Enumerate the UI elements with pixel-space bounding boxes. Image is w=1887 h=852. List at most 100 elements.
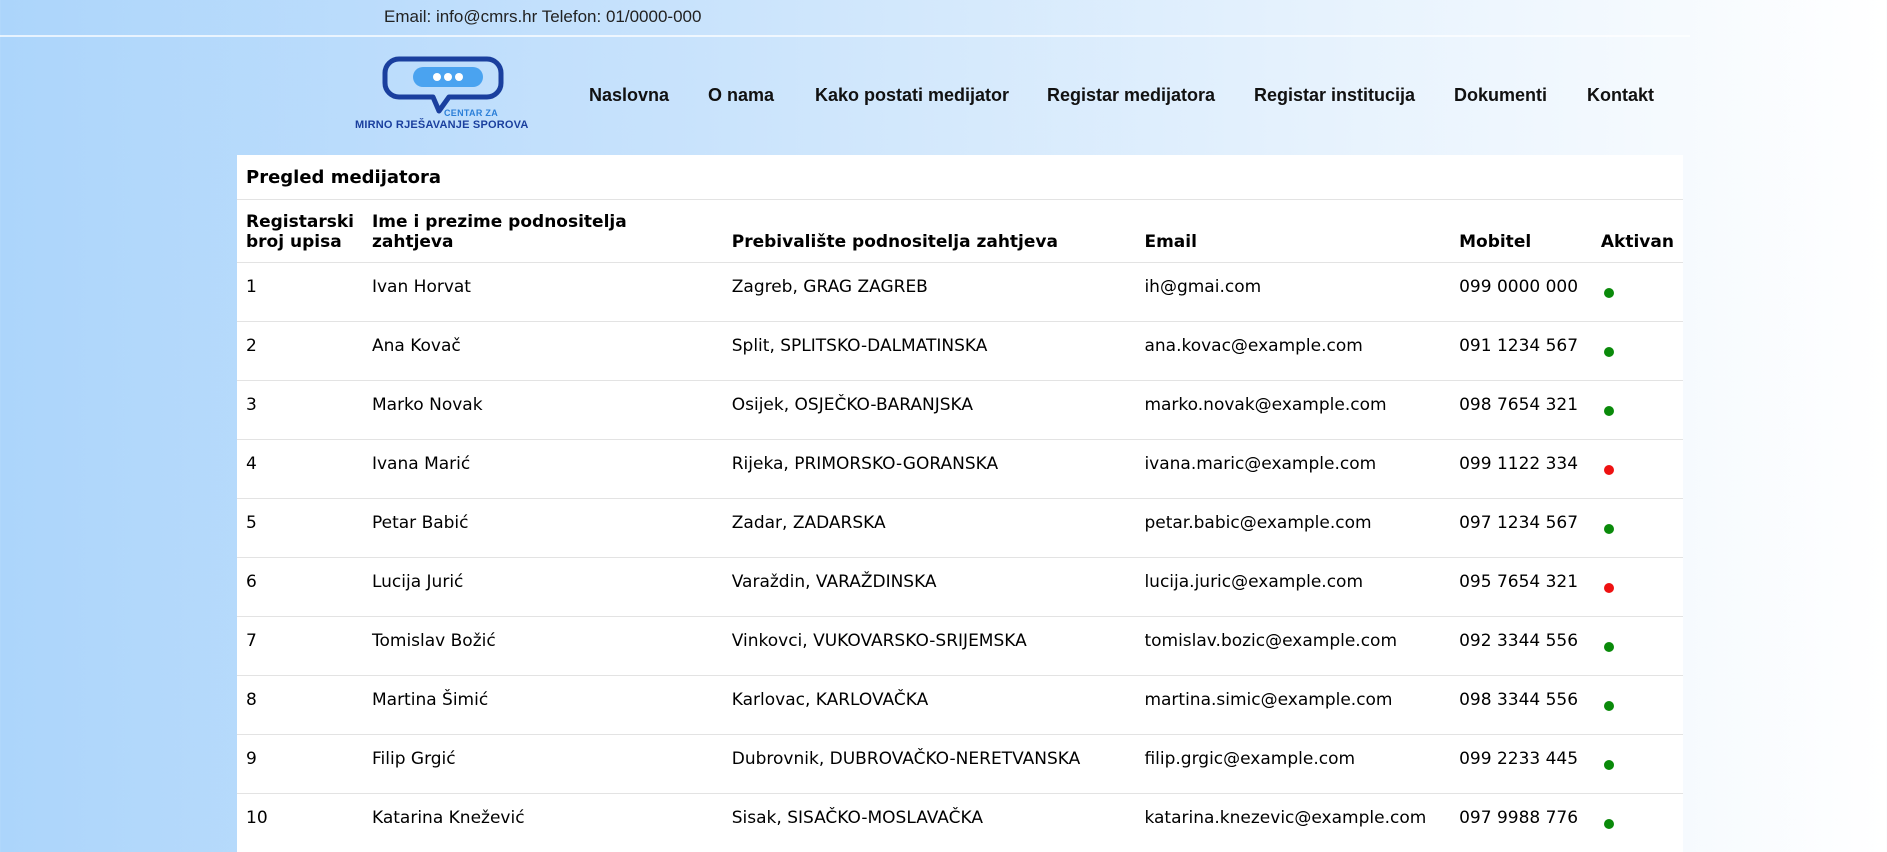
cell-email: ana.kovac@example.com bbox=[1135, 321, 1451, 381]
table-row: 9 Filip Grgić Dubrovnik, DUBROVAČKO-NERETV… bbox=[237, 734, 1683, 794]
inactive-status-dot-icon bbox=[1603, 465, 1614, 475]
cell-mobile: 099 0000 000 bbox=[1450, 262, 1592, 322]
active-status-dot-icon bbox=[1603, 524, 1614, 534]
nav-registar-institucija[interactable]: Registar institucija bbox=[1254, 85, 1415, 106]
cell-active bbox=[1591, 498, 1683, 558]
cell-active bbox=[1591, 793, 1683, 852]
table-header-row: Registarski broj upisa Ime i prezime pod… bbox=[237, 200, 1683, 263]
cell-reg-number: 10 bbox=[237, 793, 363, 852]
cell-residence: Rijeka, PRIMORSKO-GORANSKA bbox=[722, 439, 1136, 499]
site-logo[interactable]: CENTAR ZA MIRNO RJEŠAVANJE SPOROVA bbox=[355, 55, 530, 135]
cell-email: filip.grgic@example.com bbox=[1135, 734, 1451, 794]
cell-email: marko.novak@example.com bbox=[1135, 380, 1451, 440]
active-status-dot-icon bbox=[1603, 642, 1614, 652]
nav-dokumenti[interactable]: Dokumenti bbox=[1454, 85, 1547, 106]
cell-residence: Split, SPLITSKO-DALMATINSKA bbox=[722, 321, 1136, 381]
cell-mobile: 097 1234 567 bbox=[1450, 498, 1592, 558]
cell-active bbox=[1591, 380, 1683, 440]
cell-name: Martina Šimić bbox=[362, 675, 723, 735]
cell-reg-number: 2 bbox=[237, 321, 363, 381]
cell-residence: Zadar, ZADARSKA bbox=[722, 498, 1136, 558]
inactive-status-dot-icon bbox=[1603, 583, 1614, 593]
header-name: Ime i prezime podnositelja zahtjeva bbox=[362, 200, 723, 263]
header-reg-number: Registarski broj upisa bbox=[237, 200, 363, 263]
table-row: 10 Katarina Knežević Sisak, SISAČKO-MOSLAV… bbox=[237, 793, 1683, 852]
cell-active bbox=[1591, 675, 1683, 735]
cell-residence: Zagreb, GRAG ZAGREB bbox=[722, 262, 1136, 322]
cell-mobile: 092 3344 556 bbox=[1450, 616, 1592, 676]
active-status-dot-icon bbox=[1603, 406, 1614, 416]
active-status-dot-icon bbox=[1603, 701, 1614, 711]
cell-name: Ana Kovač bbox=[362, 321, 723, 381]
header-active: Aktivan bbox=[1591, 200, 1683, 263]
header-mobile: Mobitel bbox=[1450, 200, 1592, 263]
cell-name: Ivan Horvat bbox=[362, 262, 723, 322]
active-status-dot-icon bbox=[1603, 760, 1614, 770]
cell-mobile: 091 1234 567 bbox=[1450, 321, 1592, 381]
cell-name: Tomislav Božić bbox=[362, 616, 723, 676]
cell-email: ih@gmai.com bbox=[1135, 262, 1451, 322]
cell-mobile: 098 3344 556 bbox=[1450, 675, 1592, 735]
table-row: 1 Ivan Horvat Zagreb, GRAG ZAGREB ih@gmai.c… bbox=[237, 262, 1683, 322]
cell-mobile: 097 9988 776 bbox=[1450, 793, 1592, 852]
logo-text-top: CENTAR ZA bbox=[444, 108, 499, 118]
table-row: 5 Petar Babić Zadar, ZADARSKA petar.babic@e… bbox=[237, 498, 1683, 558]
cell-email: katarina.knezevic@example.com bbox=[1135, 793, 1451, 852]
card-title: Pregled medijatora bbox=[246, 167, 442, 188]
table-row: 6 Lucija Jurić Varaždin, VARAŽDINSKA lucija… bbox=[237, 557, 1683, 617]
cell-email: tomislav.bozic@example.com bbox=[1135, 616, 1451, 676]
table-row: 4 Ivana Marić Rijeka, PRIMORSKO-GORANSKA iv… bbox=[237, 439, 1683, 499]
cell-reg-number: 6 bbox=[237, 557, 363, 617]
cell-active bbox=[1591, 262, 1683, 322]
cell-mobile: 098 7654 321 bbox=[1450, 380, 1592, 440]
table-row: 2 Ana Kovač Split, SPLITSKO-DALMATINSKA ana… bbox=[237, 321, 1683, 381]
cell-name: Katarina Knežević bbox=[362, 793, 723, 852]
cell-email: petar.babic@example.com bbox=[1135, 498, 1451, 558]
logo-text-bottom: MIRNO RJEŠAVANJE SPOROVA bbox=[355, 119, 529, 131]
table-row: 7 Tomislav Božić Vinkovci, VUKOVARSKO-SRIJ… bbox=[237, 616, 1683, 676]
table-row: 8 Martina Šimić Karlovac, KARLOVAČKA martin… bbox=[237, 675, 1683, 735]
cell-active bbox=[1591, 557, 1683, 617]
cell-residence: Osijek, OSJEČKO-BARANJSKA bbox=[722, 380, 1136, 440]
contact-info: Email: info@cmrs.hr Telefon: 01/0000-000 bbox=[384, 7, 702, 26]
table-row: 3 Marko Novak Osijek, OSJEČKO-BARANJSKA mar… bbox=[237, 380, 1683, 440]
cell-mobile: 099 2233 445 bbox=[1450, 734, 1592, 794]
cell-mobile: 095 7654 321 bbox=[1450, 557, 1592, 617]
nav-kako-postati-medijator[interactable]: Kako postati medijator bbox=[815, 85, 1009, 106]
cell-reg-number: 5 bbox=[237, 498, 363, 558]
cell-name: Filip Grgić bbox=[362, 734, 723, 794]
cell-reg-number: 8 bbox=[237, 675, 363, 735]
cell-name: Lucija Jurić bbox=[362, 557, 723, 617]
cell-reg-number: 3 bbox=[237, 380, 363, 440]
cell-active bbox=[1591, 439, 1683, 499]
mediators-table: Registarski broj upisa Ime i prezime pod… bbox=[237, 200, 1683, 852]
mediators-card: Pregled medijatora Registarski broj upis… bbox=[237, 155, 1683, 852]
cell-mobile: 099 1122 334 bbox=[1450, 439, 1592, 499]
cell-name: Petar Babić bbox=[362, 498, 723, 558]
nav-registar-medijatora[interactable]: Registar medijatora bbox=[1047, 85, 1215, 106]
nav-naslovna[interactable]: Naslovna bbox=[589, 85, 669, 106]
header-residence: Prebivalište podnositelja zahtjeva bbox=[722, 200, 1136, 263]
cell-email: martina.simic@example.com bbox=[1135, 675, 1451, 735]
cell-reg-number: 1 bbox=[237, 262, 363, 322]
cell-name: Marko Novak bbox=[362, 380, 723, 440]
cell-active bbox=[1591, 321, 1683, 381]
header-email: Email bbox=[1135, 200, 1451, 263]
cell-reg-number: 9 bbox=[237, 734, 363, 794]
cell-residence: Varaždin, VARAŽDINSKA bbox=[722, 557, 1136, 617]
active-status-dot-icon bbox=[1603, 819, 1614, 829]
cell-residence: Sisak, SISAČKO-MOSLAVAČKA bbox=[722, 793, 1136, 852]
cell-residence: Karlovac, KARLOVAČKA bbox=[722, 675, 1136, 735]
cell-residence: Vinkovci, VUKOVARSKO-SRIJEMSKA bbox=[722, 616, 1136, 676]
top-contact-bar: Email: info@cmrs.hr Telefon: 01/0000-000 bbox=[0, 0, 1887, 35]
cell-reg-number: 4 bbox=[237, 439, 363, 499]
nav-o-nama[interactable]: O nama bbox=[708, 85, 774, 106]
cell-email: lucija.juric@example.com bbox=[1135, 557, 1451, 617]
cell-active bbox=[1591, 734, 1683, 794]
cell-active bbox=[1591, 616, 1683, 676]
cell-residence: Dubrovnik, DUBROVAČKO-NERETVANSKA bbox=[722, 734, 1136, 794]
nav-kontakt[interactable]: Kontakt bbox=[1587, 85, 1654, 106]
cell-reg-number: 7 bbox=[237, 616, 363, 676]
site-header: CENTAR ZA MIRNO RJEŠAVANJE SPOROVA Naslo… bbox=[0, 37, 1887, 155]
cell-name: Ivana Marić bbox=[362, 439, 723, 499]
